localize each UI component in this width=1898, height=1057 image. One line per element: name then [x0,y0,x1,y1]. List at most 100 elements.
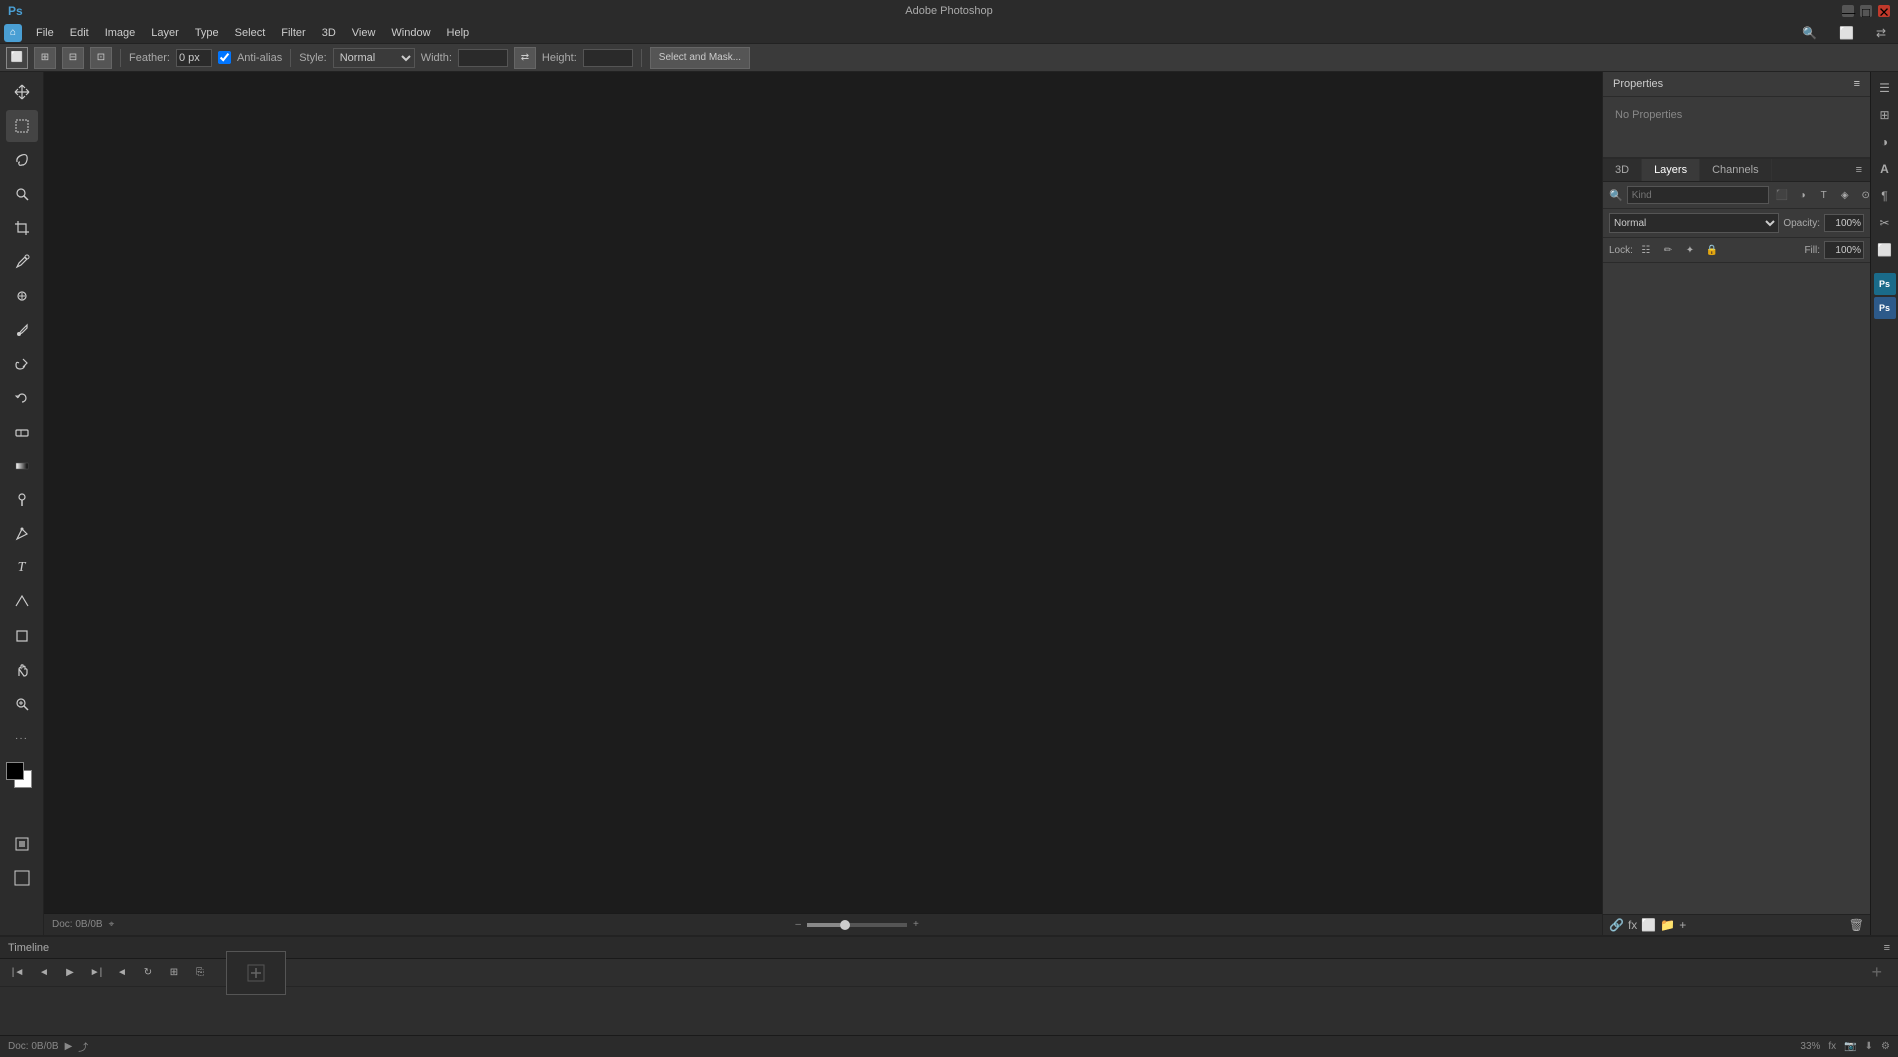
subtract-selection-btn[interactable]: ⊟ [62,47,84,69]
play-btn[interactable]: ▶ [60,963,80,983]
new-selection-btn[interactable]: ⬜ [6,47,28,69]
blend-mode-select[interactable]: Normal Multiply Screen [1609,213,1779,233]
lock-position-btn[interactable]: ✦ [1681,241,1699,259]
menu-filter[interactable]: Filter [273,25,313,41]
prev-keyframe-btn[interactable]: ◄ [112,963,132,983]
select-mask-btn[interactable]: Select and Mask... [650,47,750,69]
filter-adjust-icon[interactable]: ◑ [1794,186,1812,204]
timeline-add-btn[interactable]: + [1863,962,1890,983]
search-icon-top[interactable]: 🔍 [1794,24,1825,42]
strip-ps-remote-btn[interactable]: Ps [1874,297,1896,319]
tab-channels[interactable]: Channels [1700,159,1771,181]
menu-file[interactable]: File [28,25,62,41]
strip-frame-btn[interactable]: ⬜ [1873,238,1897,262]
properties-menu-icon[interactable]: ≡ [1854,78,1860,90]
menu-3d[interactable]: 3D [314,25,344,41]
prev-frame-btn[interactable]: ◄ [34,963,54,983]
new-layer-btn[interactable]: + [1679,918,1686,932]
menu-window[interactable]: Window [383,25,438,41]
menu-type[interactable]: Type [187,25,227,41]
tab-3d[interactable]: 3D [1603,159,1642,181]
menu-select[interactable]: Select [227,25,274,41]
link-layers-btn[interactable]: 🔗 [1609,918,1624,932]
menu-layer[interactable]: Layer [143,25,187,41]
quick-select-tool[interactable] [6,178,38,210]
clone-stamp-tool[interactable] [6,348,38,380]
dodge-tool[interactable] [6,484,38,516]
filter-shape-icon[interactable]: ◈ [1836,186,1854,204]
width-input[interactable] [458,49,508,67]
menu-view[interactable]: View [344,25,384,41]
arrange-toggle[interactable]: ⇄ [1868,24,1894,42]
add-frame-from-video-btn[interactable]: ⊞ [164,963,184,983]
feather-input[interactable] [176,49,212,67]
convert-frame-btn[interactable]: ⎘ [190,963,210,983]
height-input[interactable] [583,49,633,67]
status-arrow-btn[interactable]: ▶ [65,1041,73,1052]
add-style-btn[interactable]: fx [1628,918,1637,932]
canvas-area[interactable] [44,72,1602,913]
zoom-slider[interactable] [807,923,907,927]
create-frame-btn[interactable] [226,951,286,995]
screen-mode-btn[interactable] [6,862,38,894]
new-group-btn[interactable]: 📁 [1660,918,1675,932]
lock-transparent-btn[interactable]: ☷ [1637,241,1655,259]
filter-type-icon[interactable]: T [1815,186,1833,204]
more-tools-btn[interactable]: ··· [6,722,38,754]
status-settings-btn[interactable]: ⚙ [1881,1041,1890,1052]
pen-tool[interactable] [6,518,38,550]
strip-paragraph-btn[interactable]: ¶ [1873,184,1897,208]
status-share-btn[interactable]: ⤴ [78,1039,88,1054]
home-button[interactable]: ⌂ [4,24,22,42]
status-fx-btn[interactable]: fx [1828,1041,1836,1052]
layers-search-input[interactable] [1627,186,1769,204]
style-select[interactable]: Normal Fixed Ratio Fixed Size [333,48,415,68]
status-photo-btn[interactable]: 📷 [1844,1041,1856,1052]
close-button[interactable]: ✕ [1878,5,1890,17]
opacity-input[interactable] [1824,214,1864,232]
status-download-btn[interactable]: ⬇ [1865,1041,1873,1052]
loop-btn[interactable]: ↻ [138,963,158,983]
history-brush-tool[interactable] [6,382,38,414]
strip-adjustments-btn[interactable]: ◑ [1873,130,1897,154]
fill-input[interactable] [1824,241,1864,259]
menu-image[interactable]: Image [97,25,144,41]
zoom-tool[interactable] [6,688,38,720]
quick-mask-btn[interactable] [6,828,38,860]
type-tool[interactable]: T [6,552,38,584]
shape-tool[interactable] [6,620,38,652]
zoom-in-btn[interactable]: + [913,919,919,930]
strip-ps-link-btn[interactable]: Ps [1874,273,1896,295]
lock-image-btn[interactable]: ✏ [1659,241,1677,259]
timeline-menu-icon[interactable]: ≡ [1884,942,1890,954]
add-selection-btn[interactable]: ⊞ [34,47,56,69]
strip-properties-btn[interactable]: ☰ [1873,76,1897,100]
spot-heal-tool[interactable] [6,280,38,312]
menu-help[interactable]: Help [439,25,478,41]
anti-alias-checkbox[interactable] [218,51,231,64]
color-picker[interactable] [6,762,38,794]
minimize-button[interactable]: — [1842,5,1854,17]
lock-all-btn[interactable]: 🔒 [1703,241,1721,259]
eraser-tool[interactable] [6,416,38,448]
layers-tab-menu-icon[interactable]: ≡ [1848,160,1870,180]
crop-tool[interactable] [6,212,38,244]
first-frame-btn[interactable]: |◄ [8,963,28,983]
navigate-icon[interactable]: ⌖ [109,919,115,930]
maximize-button[interactable]: □ [1860,5,1872,17]
swap-dimensions-btn[interactable]: ⇄ [514,47,536,69]
intersect-selection-btn[interactable]: ⊡ [90,47,112,69]
eyedropper-tool[interactable] [6,246,38,278]
next-frame-btn[interactable]: ►| [86,963,106,983]
move-tool[interactable] [6,76,38,108]
zoom-out-btn[interactable]: – [795,919,801,930]
view-toggle[interactable]: ⬜ [1831,24,1862,42]
path-select-tool[interactable] [6,586,38,618]
brush-tool[interactable] [6,314,38,346]
hand-tool[interactable] [6,654,38,686]
strip-character-btn[interactable]: A [1873,157,1897,181]
tab-layers[interactable]: Layers [1642,159,1700,181]
canvas[interactable] [44,72,1602,913]
foreground-color-swatch[interactable] [6,762,24,780]
filter-pixel-icon[interactable]: ⬛ [1773,186,1791,204]
